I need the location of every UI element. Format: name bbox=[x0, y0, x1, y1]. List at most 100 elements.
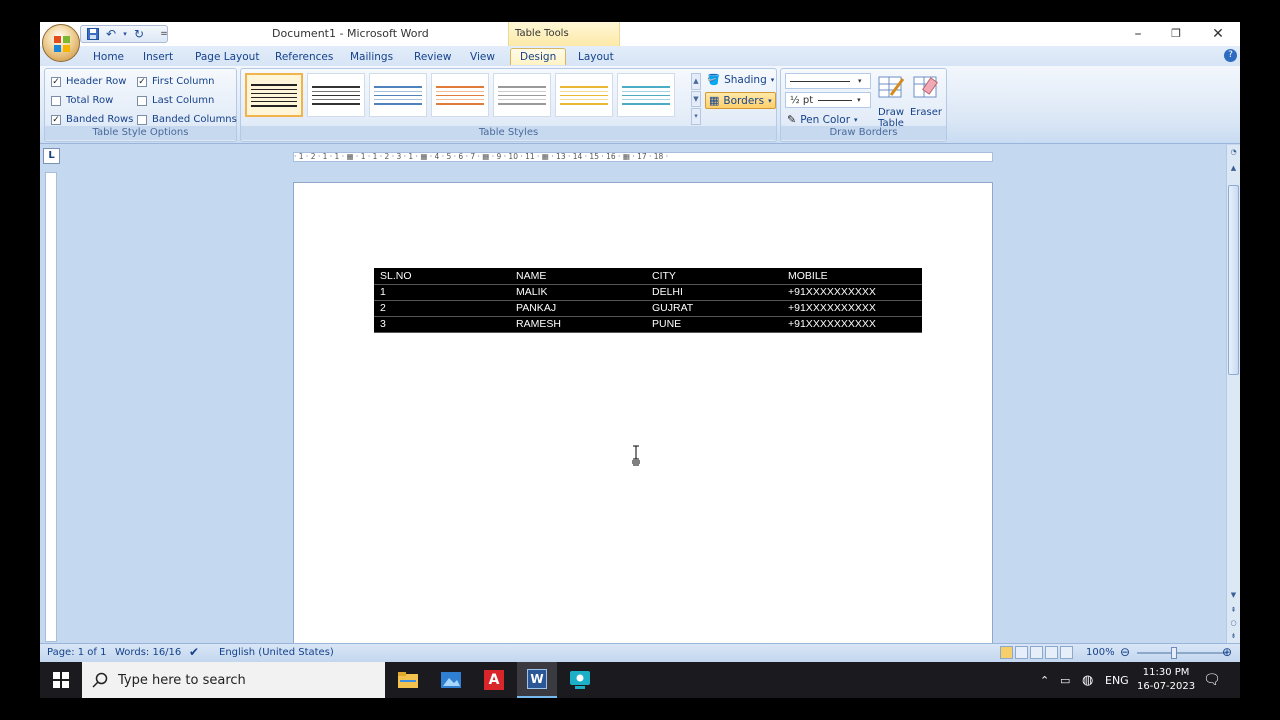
banded-rows-checkbox[interactable]: ✓ Banded Rows bbox=[51, 114, 133, 125]
gallery-down-icon[interactable]: ▼ bbox=[691, 90, 701, 108]
table-cell[interactable]: CITY bbox=[646, 268, 782, 285]
table-cell[interactable]: 1 bbox=[374, 284, 510, 301]
word-app[interactable]: W bbox=[517, 662, 557, 698]
word-count[interactable]: Words: 16/16 bbox=[115, 647, 181, 658]
zoom-slider[interactable] bbox=[1137, 652, 1227, 654]
table-cell[interactable]: SL.NO bbox=[374, 268, 510, 285]
help-icon[interactable]: ? bbox=[1224, 49, 1237, 62]
proofing-icon[interactable]: ✔ bbox=[189, 645, 199, 659]
eraser-button[interactable]: Eraser bbox=[909, 73, 943, 118]
tab-home[interactable]: Home bbox=[93, 49, 124, 66]
table-cell[interactable]: NAME bbox=[510, 268, 646, 285]
page-count[interactable]: Page: 1 of 1 bbox=[47, 647, 106, 658]
zoom-in-icon[interactable]: ⊕ bbox=[1222, 645, 1232, 659]
gallery-up-icon[interactable]: ▲ bbox=[691, 73, 701, 90]
document-table[interactable]: SL.NO NAME CITY MOBILE 1 MALIK DELHI +91… bbox=[374, 268, 922, 333]
select-browse-object-icon[interactable]: ○ bbox=[1228, 618, 1239, 629]
table-cell[interactable]: 3 bbox=[374, 316, 510, 333]
tray-chevron-icon[interactable]: ⌃ bbox=[1040, 662, 1049, 698]
tab-selector-button[interactable]: L bbox=[43, 148, 60, 164]
gallery-more-icon[interactable]: ▾ bbox=[691, 108, 701, 126]
table-cell[interactable]: DELHI bbox=[646, 284, 782, 301]
table-cell[interactable]: PANKAJ bbox=[510, 300, 646, 317]
full-screen-reading-view-icon[interactable] bbox=[1015, 646, 1028, 659]
tab-insert[interactable]: Insert bbox=[143, 49, 173, 66]
battery-icon[interactable]: ▭ bbox=[1060, 662, 1070, 698]
acrobat-app[interactable]: A bbox=[474, 662, 514, 698]
pen-color-button[interactable]: ✎ Pen Color ▾ bbox=[787, 113, 858, 126]
scroll-thumb[interactable] bbox=[1228, 185, 1239, 375]
undo-icon[interactable]: ↶ bbox=[104, 27, 118, 41]
table-cell[interactable]: MALIK bbox=[510, 284, 646, 301]
table-cell[interactable]: 2 bbox=[374, 300, 510, 317]
previous-page-icon[interactable]: ⇞ bbox=[1228, 605, 1239, 616]
table-style-swatch[interactable] bbox=[245, 73, 303, 117]
tab-layout[interactable]: Layout bbox=[578, 49, 614, 66]
document-page[interactable]: SL.NO NAME CITY MOBILE 1 MALIK DELHI +91… bbox=[293, 182, 993, 652]
table-style-swatch[interactable] bbox=[431, 73, 489, 117]
line-style-combo[interactable]: ▾ bbox=[785, 73, 871, 89]
screen-recorder-app[interactable] bbox=[560, 662, 600, 698]
header-row-checkbox[interactable]: ✓ Header Row bbox=[51, 76, 126, 87]
tab-page-layout[interactable]: Page Layout bbox=[195, 49, 259, 66]
table-style-swatch[interactable] bbox=[493, 73, 551, 117]
ruler-scale[interactable]: · 1 · 2 · 1 · 1 · ▦ · 1 · 1 · 2 · 3 · 1 … bbox=[293, 152, 993, 162]
banded-columns-checkbox[interactable]: Banded Columns bbox=[137, 114, 237, 125]
total-row-checkbox[interactable]: Total Row bbox=[51, 95, 113, 106]
tab-mailings[interactable]: Mailings bbox=[350, 49, 393, 66]
zoom-slider-thumb[interactable] bbox=[1171, 647, 1177, 659]
start-button[interactable] bbox=[40, 662, 82, 698]
minimize-icon[interactable]: – bbox=[1130, 26, 1146, 42]
first-column-checkbox[interactable]: ✓ First Column bbox=[137, 76, 215, 87]
office-button[interactable] bbox=[42, 24, 80, 62]
table-cell[interactable]: RAMESH bbox=[510, 316, 646, 333]
last-column-checkbox[interactable]: Last Column bbox=[137, 95, 214, 106]
borders-button[interactable]: ▦ Borders ▾ bbox=[705, 92, 776, 109]
customize-qat-icon[interactable]: = bbox=[160, 27, 168, 41]
tab-review[interactable]: Review bbox=[414, 49, 451, 66]
restore-icon[interactable]: ❐ bbox=[1168, 26, 1184, 42]
draw-table-button[interactable]: Draw Table bbox=[875, 73, 907, 129]
close-icon[interactable]: ✕ bbox=[1210, 26, 1226, 42]
language[interactable]: English (United States) bbox=[219, 647, 334, 658]
table-cell[interactable]: +91XXXXXXXXXX bbox=[782, 300, 922, 317]
line-weight-combo[interactable]: ½ pt ▾ bbox=[785, 92, 871, 108]
table-cell[interactable]: PUNE bbox=[646, 316, 782, 333]
undo-dropdown-icon[interactable]: ▾ bbox=[122, 27, 128, 41]
network-globe-icon[interactable]: ◍ bbox=[1082, 662, 1093, 698]
redo-icon[interactable]: ↻ bbox=[132, 27, 146, 41]
table-cell[interactable]: +91XXXXXXXXXX bbox=[782, 284, 922, 301]
web-layout-view-icon[interactable] bbox=[1030, 646, 1043, 659]
tab-view[interactable]: View bbox=[470, 49, 495, 66]
table-style-swatch[interactable] bbox=[555, 73, 613, 117]
table-cell[interactable]: MOBILE bbox=[782, 268, 922, 285]
ruler-toggle-icon[interactable]: ◔ bbox=[1228, 147, 1239, 158]
scroll-down-icon[interactable]: ▼ bbox=[1228, 590, 1239, 601]
next-page-icon[interactable]: ⇟ bbox=[1228, 631, 1239, 642]
vertical-scrollbar[interactable]: ◔ ▲ ▼ ⇞ ○ ⇟ bbox=[1226, 145, 1240, 643]
group-label: Draw Borders bbox=[781, 126, 946, 140]
table-style-swatch[interactable] bbox=[369, 73, 427, 117]
borders-icon: ▦ bbox=[709, 94, 720, 107]
input-language[interactable]: ENG bbox=[1105, 662, 1129, 698]
table-cell[interactable]: +91XXXXXXXXXX bbox=[782, 316, 922, 333]
tab-design[interactable]: Design bbox=[510, 48, 567, 65]
zoom-out-icon[interactable]: ⊖ bbox=[1120, 645, 1130, 659]
outline-view-icon[interactable] bbox=[1045, 646, 1058, 659]
draft-view-icon[interactable] bbox=[1060, 646, 1073, 659]
vertical-ruler[interactable] bbox=[45, 172, 57, 642]
taskbar-search-box[interactable]: Type here to search bbox=[82, 662, 385, 698]
tab-references[interactable]: References bbox=[275, 49, 333, 66]
table-cell[interactable]: GUJRAT bbox=[646, 300, 782, 317]
notifications-icon[interactable]: 🗨 bbox=[1203, 662, 1221, 698]
zoom-level[interactable]: 100% bbox=[1086, 647, 1115, 658]
save-icon[interactable] bbox=[86, 27, 100, 41]
print-layout-view-icon[interactable] bbox=[1000, 646, 1013, 659]
clock[interactable]: 11:30 PM 16-07-2023 bbox=[1137, 662, 1195, 698]
table-style-swatch[interactable] bbox=[307, 73, 365, 117]
shading-button[interactable]: 🪣 Shading ▾ bbox=[707, 73, 774, 87]
media-app[interactable] bbox=[431, 662, 471, 698]
scroll-up-icon[interactable]: ▲ bbox=[1228, 163, 1239, 174]
table-style-swatch[interactable] bbox=[617, 73, 675, 117]
file-explorer-app[interactable] bbox=[388, 662, 428, 698]
